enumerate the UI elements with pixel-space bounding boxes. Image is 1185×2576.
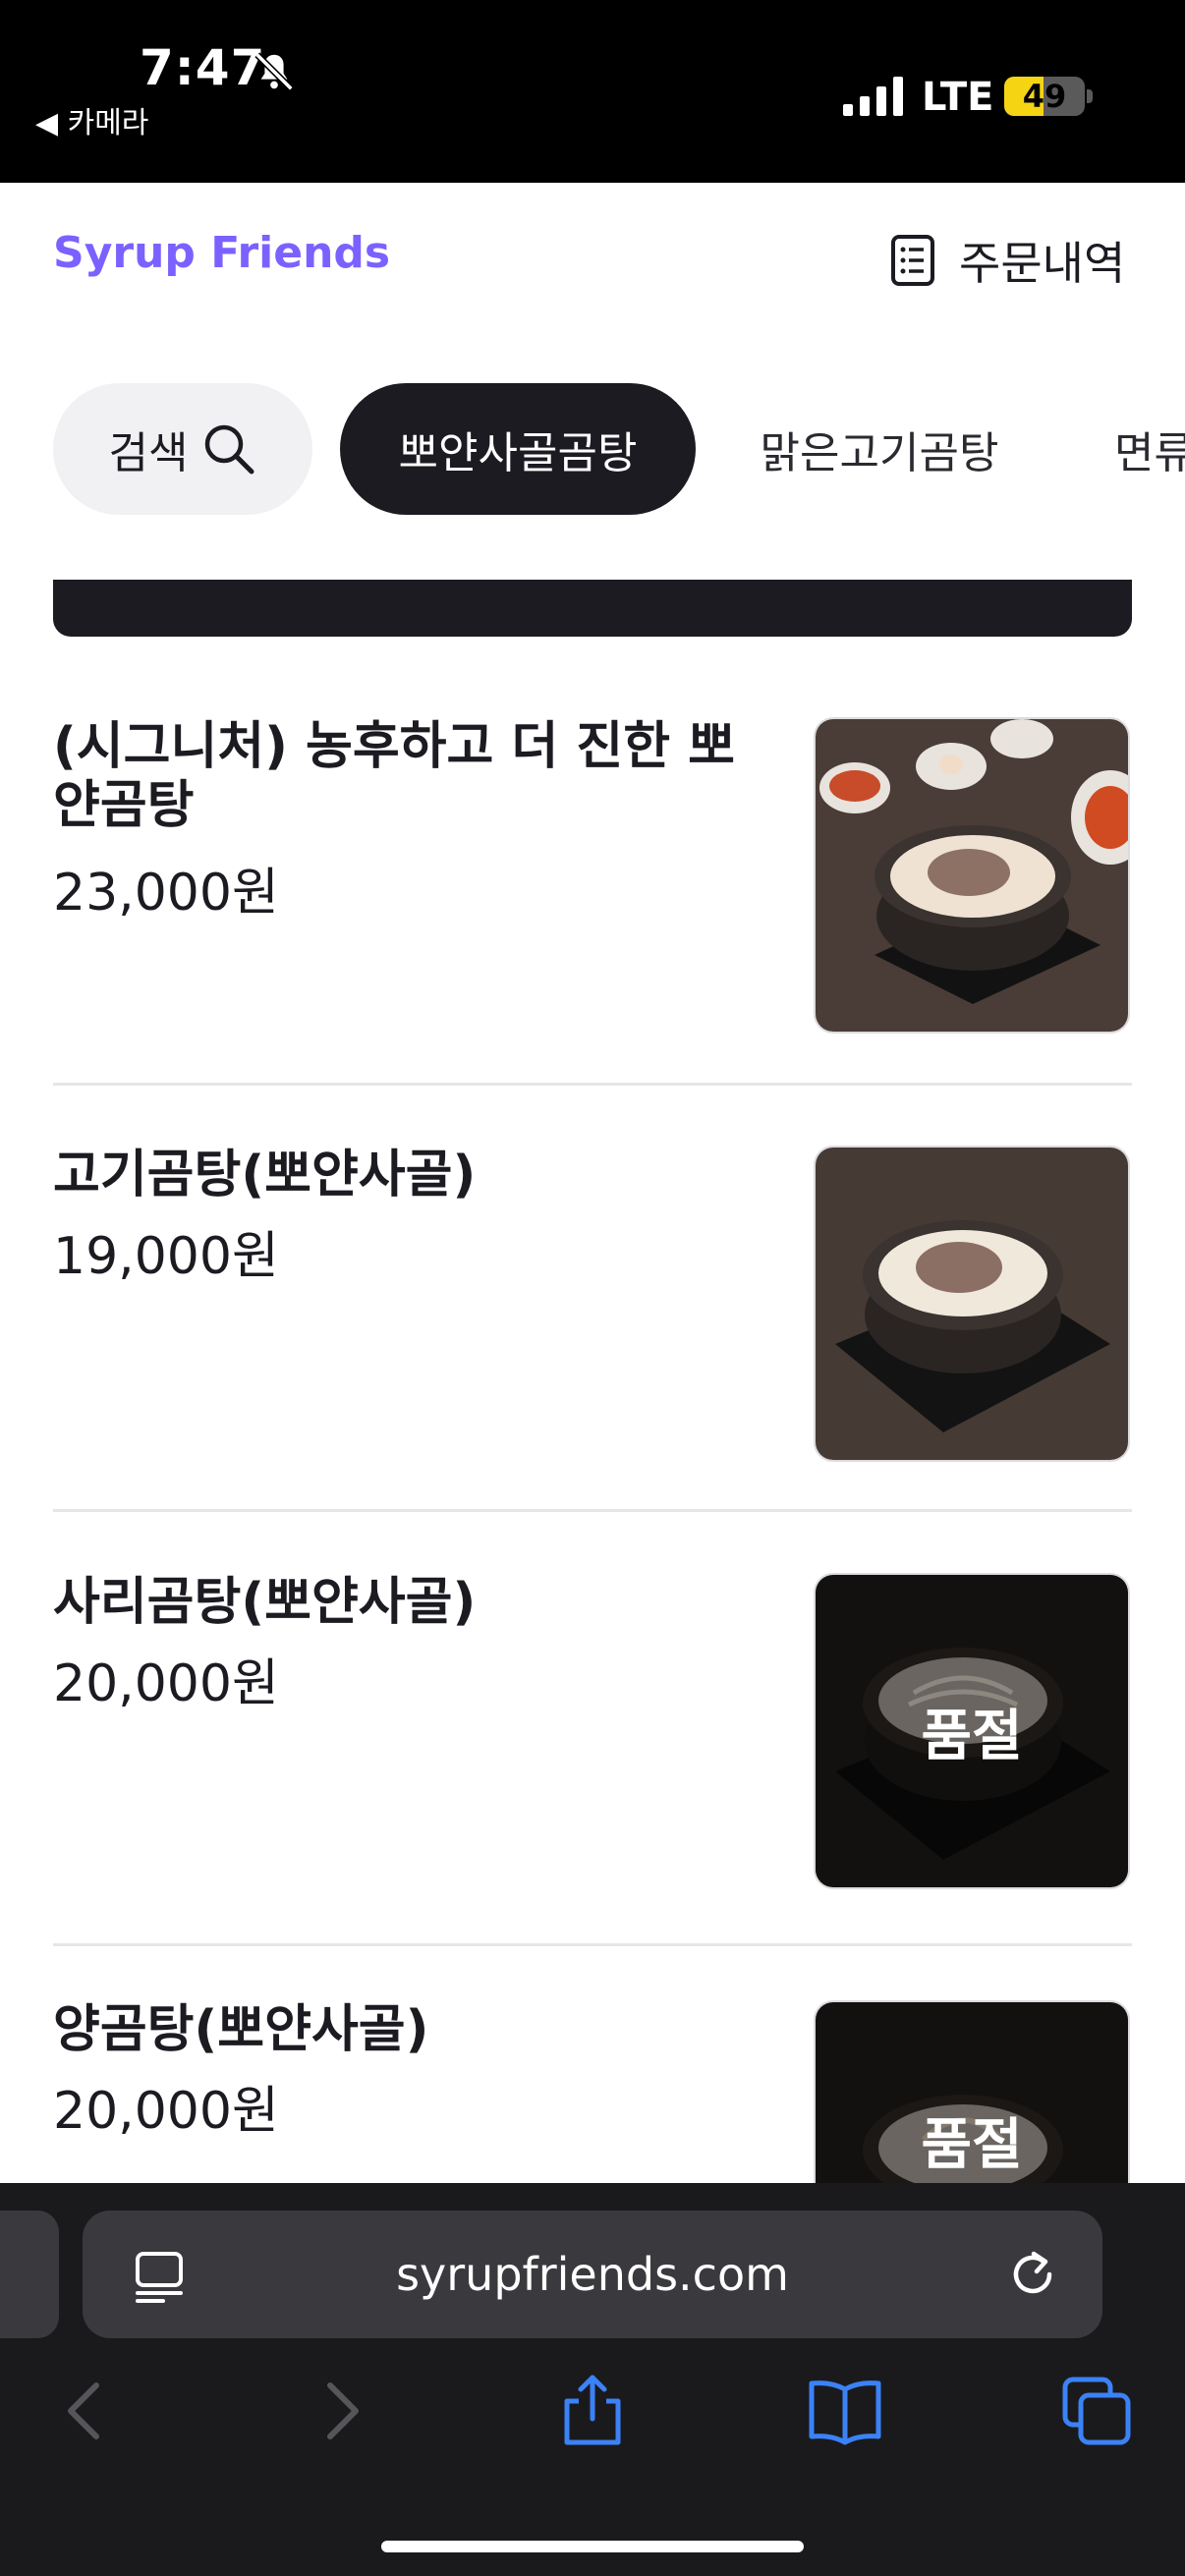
network-type: LTE: [922, 75, 994, 120]
tabs-overview-icon[interactable]: [1057, 2372, 1136, 2450]
menu-item-name: (시그니처) 농후하고 더 진한 뽀얀곰탕: [53, 717, 736, 835]
menu-item[interactable]: 사리곰탕(뽀얀사골) 20,000원 품절: [53, 1573, 1132, 1893]
menu-divider: [53, 1509, 1132, 1512]
order-history-label: 주문내역: [959, 237, 1126, 290]
receipt-list-icon: [891, 235, 934, 286]
menu-divider: [53, 1943, 1132, 1946]
order-history-button[interactable]: 주문내역: [890, 228, 1125, 293]
battery-tip: [1087, 89, 1093, 103]
menu-item[interactable]: 고기곰탕(뽀얀사골) 19,000원: [53, 1146, 1132, 1466]
tab-search[interactable]: 검색: [53, 383, 312, 515]
status-time: 7:47: [140, 39, 266, 96]
menu-item-name: 고기곰탕(뽀얀사골): [53, 1146, 477, 1204]
address-bar[interactable]: syrupfriends.com: [83, 2211, 1102, 2338]
bookmarks-icon[interactable]: [806, 2372, 884, 2450]
back-arrow-icon[interactable]: [47, 2372, 126, 2450]
promo-banner[interactable]: [53, 580, 1132, 637]
menu-item-price: 19,000원: [53, 1227, 279, 1286]
battery-level: 49: [1022, 78, 1067, 115]
home-indicator[interactable]: [381, 2541, 804, 2552]
menu-item[interactable]: (시그니처) 농후하고 더 진한 뽀얀곰탕 23,000원: [53, 717, 1132, 1037]
sold-out-badge: 품절: [816, 1575, 1128, 1887]
menu-item-price: 20,000원: [53, 2082, 279, 2141]
browser-toolbar: syrupfriends.com: [0, 2183, 1185, 2576]
brand-logo[interactable]: Syrup Friends: [53, 228, 390, 278]
tab-ppoyan-sagol-gomtang[interactable]: 뽀얀사골곰탕: [340, 383, 696, 515]
status-bar: 7:47 ◀ 카메라 LTE 49: [0, 0, 1185, 183]
back-to-camera-link[interactable]: ◀ 카메라: [35, 98, 148, 141]
tab-noodles[interactable]: 면류: [1091, 383, 1185, 515]
tab-search-label: 검색: [108, 428, 189, 478]
search-icon: [205, 424, 254, 475]
menu-item-image: [814, 1146, 1130, 1462]
menu-item-name: 사리곰탕(뽀얀사골): [53, 1573, 477, 1632]
previous-tab[interactable]: [0, 2211, 59, 2338]
bell-muted-icon: [254, 52, 294, 91]
menu-item-name: 양곰탕(뽀얀사골): [53, 2000, 429, 2059]
reload-icon[interactable]: [1006, 2248, 1059, 2301]
signal-icon: [843, 77, 903, 116]
menu-item-image: 품절: [814, 1573, 1130, 1889]
menu-item-price: 20,000원: [53, 1654, 279, 1713]
menu-item-price: 23,000원: [53, 864, 279, 923]
menu-divider: [53, 1083, 1132, 1086]
battery-icon: 49: [1004, 77, 1085, 116]
category-tabs: 검색 뽀얀사골곰탕 맑은고기곰탕 면류: [0, 383, 1185, 517]
forward-arrow-icon[interactable]: [301, 2372, 379, 2450]
url-text: syrupfriends.com: [396, 2248, 789, 2301]
menu-item-image: [814, 717, 1130, 1034]
share-icon[interactable]: [553, 2372, 632, 2450]
tab-malgeun-gogi-gomtang[interactable]: 맑은고기곰탕: [727, 383, 1032, 515]
